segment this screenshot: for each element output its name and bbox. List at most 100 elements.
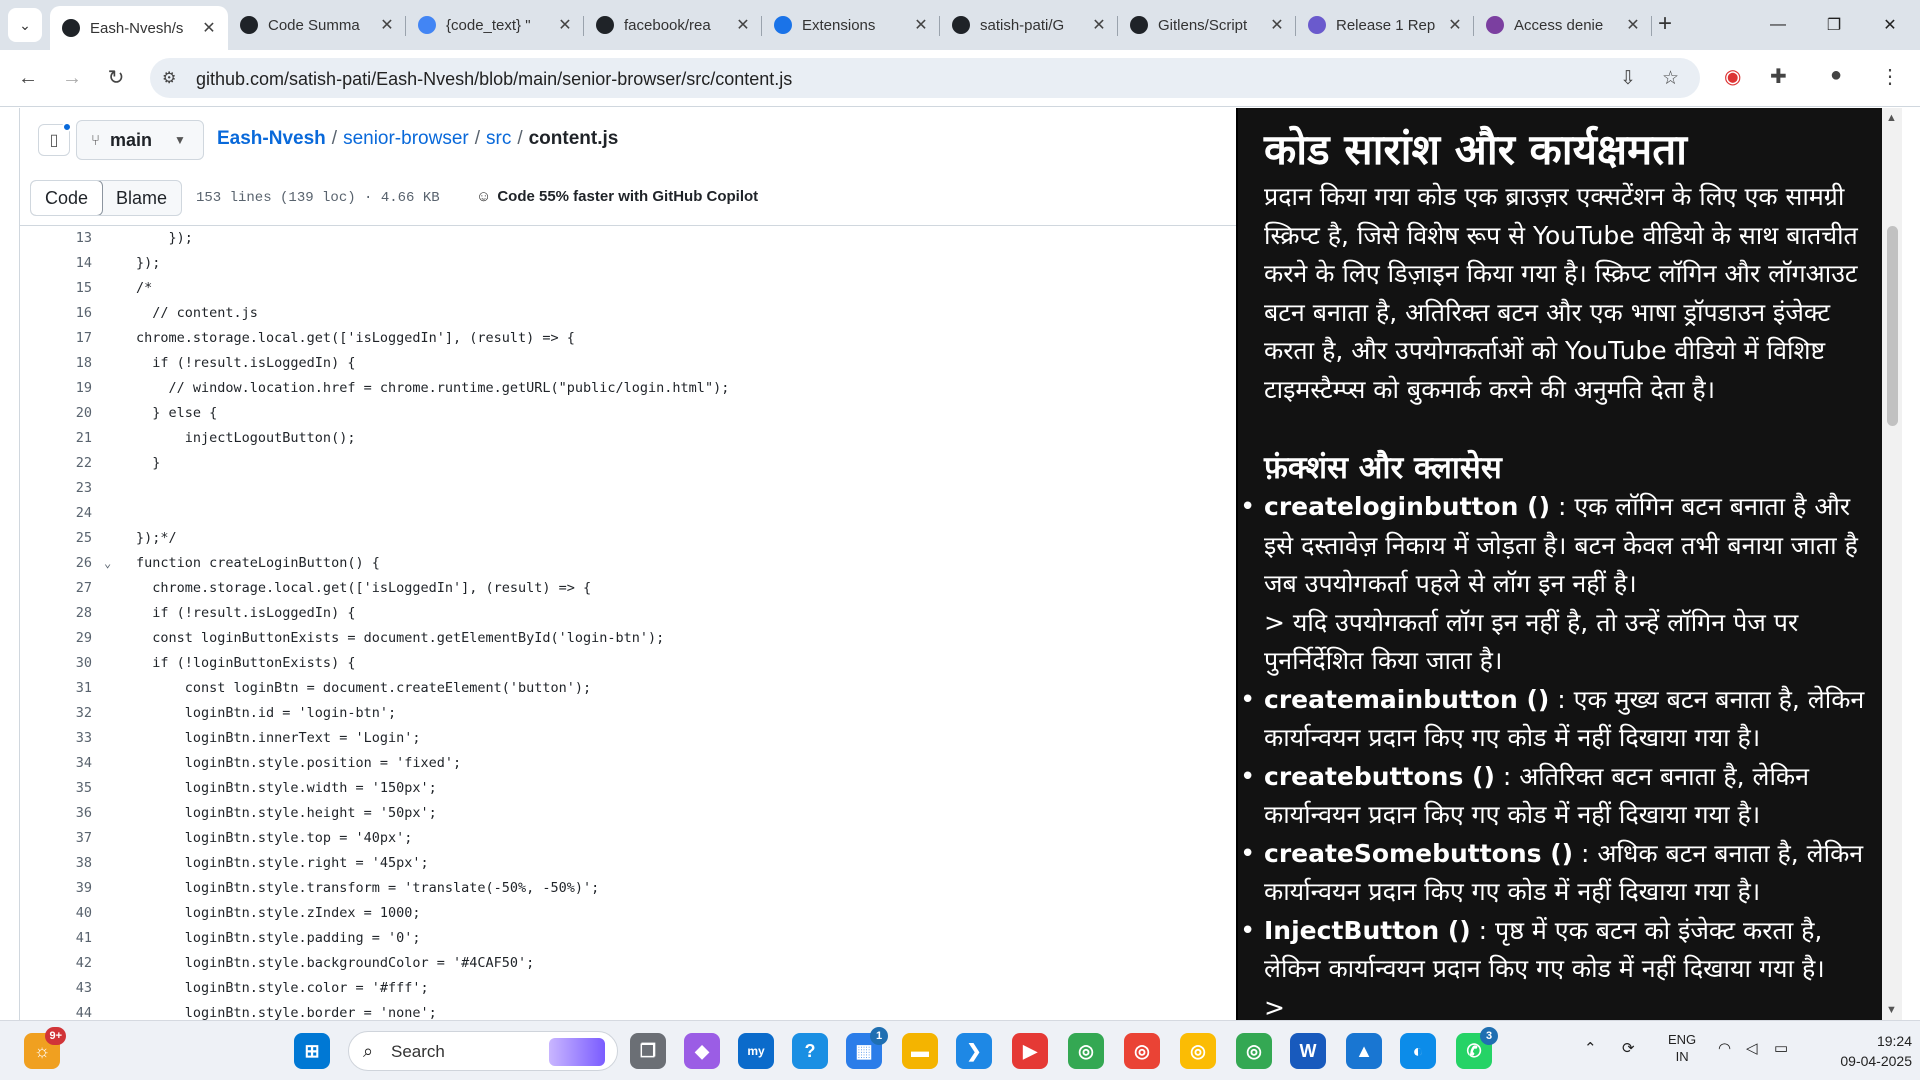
browser-tab[interactable]: Eash-Nvesh/s ✕ [50, 6, 228, 50]
close-tab-icon[interactable]: ✕ [734, 15, 752, 35]
copilot-promo-link[interactable]: ☺ Code 55% faster with GitHub Copilot [476, 188, 758, 205]
install-app-icon[interactable]: ⇩ [1620, 67, 1636, 90]
browser-tab[interactable]: Code Summa ✕ [228, 6, 406, 44]
minimize-button[interactable]: — [1750, 0, 1806, 50]
line-number[interactable]: 19 [50, 376, 92, 401]
start-button-icon[interactable]: ⊞ [294, 1033, 330, 1069]
reload-button[interactable]: ↻ [100, 62, 132, 94]
line-number[interactable]: 13 [50, 226, 92, 251]
store-icon[interactable]: ▦ 1 [846, 1027, 888, 1069]
blame-tab[interactable]: Blame [102, 181, 181, 215]
scroll-down-arrow[interactable]: ▼ [1886, 1004, 1897, 1016]
copilot-app-icon[interactable]: ◆ [684, 1033, 720, 1069]
line-number[interactable]: 18 [50, 351, 92, 376]
back-button[interactable]: ← [12, 62, 44, 94]
line-number[interactable]: 26 [50, 551, 92, 576]
file-tree-toggle-button[interactable]: ▯ [38, 122, 72, 156]
browser-tab[interactable]: Release 1 Rep ✕ [1296, 6, 1474, 44]
line-number[interactable]: 35 [50, 776, 92, 801]
wifi-icon[interactable]: ◠ [1718, 1039, 1731, 1057]
youtube-app-icon[interactable]: ▶ [1012, 1033, 1048, 1069]
scroll-thumb[interactable] [1887, 226, 1898, 426]
vscode-icon[interactable]: ❯ [956, 1033, 992, 1069]
line-number[interactable]: 14 [50, 251, 92, 276]
line-number[interactable]: 44 [50, 1001, 92, 1020]
browser-tab[interactable]: facebook/rea ✕ [584, 6, 762, 44]
line-number[interactable]: 20 [50, 401, 92, 426]
line-number[interactable]: 23 [50, 476, 92, 501]
line-number[interactable]: 24 [50, 501, 92, 526]
line-number[interactable]: 42 [50, 951, 92, 976]
close-tab-icon[interactable]: ✕ [378, 15, 396, 35]
line-number[interactable]: 16 [50, 301, 92, 326]
line-number[interactable]: 40 [50, 901, 92, 926]
volume-icon[interactable]: ◁ [1746, 1039, 1758, 1057]
fold-chevron-icon[interactable]: ⌄ [104, 551, 111, 576]
browser-tab[interactable]: satish-pati/G ✕ [940, 6, 1118, 44]
browser-tab[interactable]: Gitlens/Script ✕ [1118, 6, 1296, 44]
scroll-up-arrow[interactable]: ▲ [1886, 112, 1897, 124]
breadcrumb-src-link[interactable]: src [486, 128, 511, 149]
chrome-active-icon[interactable]: ◎ [1180, 1033, 1216, 1069]
line-number[interactable]: 32 [50, 701, 92, 726]
mysql-workbench-icon[interactable]: my [738, 1033, 774, 1069]
browser-tab[interactable]: {code_text} " ✕ [406, 6, 584, 44]
line-number[interactable]: 36 [50, 801, 92, 826]
line-number[interactable]: 28 [50, 601, 92, 626]
breadcrumb-folder-link[interactable]: senior-browser [343, 128, 469, 149]
show-hidden-icons[interactable]: ⌃ [1584, 1039, 1597, 1057]
input-language[interactable]: ENG IN [1668, 1031, 1696, 1065]
extensions-icon[interactable]: ✚ [1770, 64, 1787, 89]
close-tab-icon[interactable]: ✕ [1446, 15, 1464, 35]
line-number[interactable]: 41 [50, 926, 92, 951]
close-window-button[interactable]: ✕ [1862, 0, 1918, 50]
line-number[interactable]: 22 [50, 451, 92, 476]
code-tab[interactable]: Code [31, 181, 104, 215]
line-number[interactable]: 17 [50, 326, 92, 351]
line-number[interactable]: 29 [50, 626, 92, 651]
sync-icon[interactable]: ⟳ [1622, 1039, 1635, 1057]
line-number[interactable]: 39 [50, 876, 92, 901]
browser-menu-icon[interactable]: ⋮ [1880, 64, 1900, 89]
restore-button[interactable]: ❐ [1806, 0, 1862, 50]
system-clock[interactable]: 19:24 09-04-2025 [1812, 1031, 1912, 1071]
pocket-extension-icon[interactable]: ◉ [1724, 64, 1741, 89]
line-number[interactable]: 34 [50, 751, 92, 776]
browser-tab[interactable]: Access denie ✕ [1474, 6, 1652, 44]
line-number[interactable]: 31 [50, 676, 92, 701]
line-number[interactable]: 27 [50, 576, 92, 601]
line-number[interactable]: 38 [50, 851, 92, 876]
line-number[interactable]: 37 [50, 826, 92, 851]
help-icon[interactable]: ? [792, 1033, 828, 1069]
close-tab-icon[interactable]: ✕ [556, 15, 574, 35]
chrome-icon[interactable]: ◎ [1124, 1033, 1160, 1069]
branch-selector-button[interactable]: ⑂ main ▼ [76, 120, 204, 160]
bookmark-star-icon[interactable]: ☆ [1662, 67, 1679, 90]
chrome-profile-c-icon[interactable]: ◎ [1236, 1033, 1272, 1069]
new-tab-button[interactable]: + [1650, 10, 1680, 40]
line-number[interactable]: 15 [50, 276, 92, 301]
code-viewer[interactable]: 13 }); 14}); 15/* 16 // content.js 17 chrome.… [20, 226, 1236, 1020]
whatsapp-icon[interactable]: ✆ 3 [1456, 1027, 1498, 1069]
site-info-icon[interactable]: ⚙ [162, 68, 176, 88]
close-tab-icon[interactable]: ✕ [200, 18, 218, 38]
task-view-icon[interactable]: ❐ [630, 1033, 666, 1069]
line-number[interactable]: 33 [50, 726, 92, 751]
line-number[interactable]: 21 [50, 426, 92, 451]
breadcrumb-repo-link[interactable]: Eash-Nvesh [217, 128, 326, 149]
close-tab-icon[interactable]: ✕ [1624, 15, 1642, 35]
edge-icon[interactable]: ◐ [1400, 1033, 1436, 1069]
close-tab-icon[interactable]: ✕ [1090, 15, 1108, 35]
photos-icon[interactable]: ▲ [1346, 1033, 1382, 1069]
word-icon[interactable]: W [1290, 1033, 1326, 1069]
close-tab-icon[interactable]: ✕ [1268, 15, 1286, 35]
close-tab-icon[interactable]: ✕ [912, 15, 930, 35]
profile-avatar-icon[interactable]: ● [1830, 64, 1842, 87]
line-number[interactable]: 25 [50, 526, 92, 551]
weather-widget-icon[interactable]: ☼ 9+ [24, 1027, 66, 1069]
panel-scrollbar[interactable]: ▲ ▼ [1882, 108, 1902, 1020]
file-explorer-icon[interactable]: ▬ [902, 1033, 938, 1069]
taskbar-search[interactable]: ⌕ Search [348, 1031, 618, 1071]
tab-search-button[interactable]: ⌄ [8, 8, 42, 42]
forward-button[interactable]: → [56, 62, 88, 94]
